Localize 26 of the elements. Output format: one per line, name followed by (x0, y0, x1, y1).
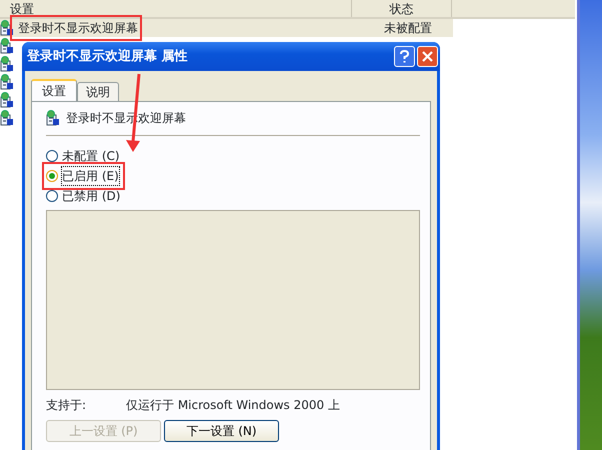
policy-icon (0, 92, 14, 108)
tab[interactable]: 说明 (77, 82, 119, 101)
supported-label: 支持于: (46, 397, 88, 414)
setting-status: 未被配置 (383, 20, 433, 37)
column-header[interactable]: 状态 (390, 2, 414, 16)
dialog-title: 登录时不显示欢迎屏幕 属性 (27, 48, 189, 66)
help-button[interactable] (394, 46, 415, 67)
policy-icon (46, 110, 60, 126)
radio-button[interactable] (46, 190, 58, 202)
help-icon (400, 50, 409, 63)
radio-button[interactable] (46, 170, 58, 182)
column-header[interactable]: 设置 (10, 2, 34, 16)
policy-icon (0, 74, 14, 90)
close-icon (422, 51, 433, 62)
radio-option[interactable]: 未配置 (C) (46, 146, 122, 166)
next-button[interactable]: 下一设置 (N) (164, 420, 279, 442)
supported-value: 仅运行于 Microsoft Windows 2000 上 (126, 397, 340, 414)
close-button[interactable] (417, 46, 438, 67)
policy-icon (0, 110, 14, 126)
tab[interactable]: 设置 (31, 79, 77, 101)
policy-icon (0, 56, 14, 72)
radio-button[interactable] (46, 150, 58, 162)
radio-option[interactable]: 已禁用 (D) (46, 186, 122, 206)
radio-option[interactable]: 已启用 (E) (46, 166, 121, 186)
policy-icon (0, 38, 14, 54)
policy-icon (0, 20, 14, 36)
